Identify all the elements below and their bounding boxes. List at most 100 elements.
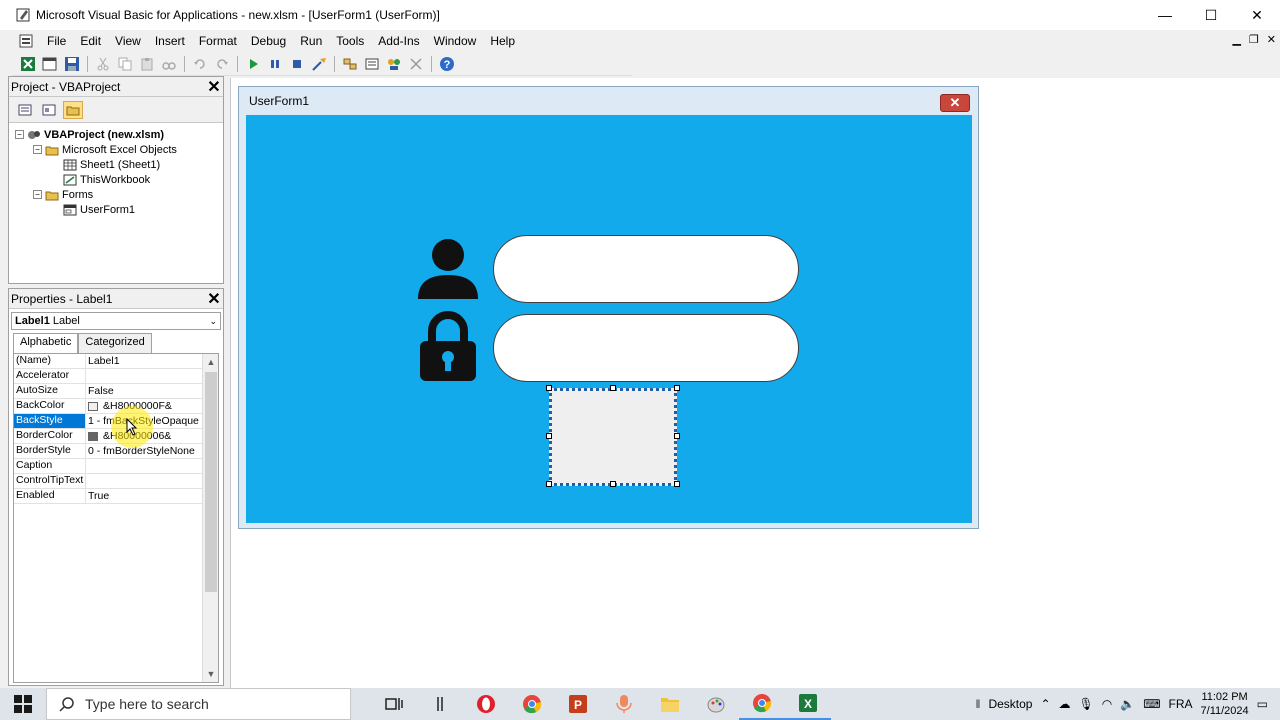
userform-close-button[interactable]: ✕ (940, 94, 970, 112)
find-icon[interactable] (159, 54, 179, 74)
resize-handle[interactable] (546, 481, 552, 487)
property-row[interactable]: (Name) Label1 (14, 354, 218, 369)
notifications-icon[interactable]: ▭ (1257, 697, 1268, 711)
mdi-restore-icon[interactable]: ❐ (1249, 33, 1259, 46)
resize-handle[interactable] (674, 433, 680, 439)
tab-categorized[interactable]: Categorized (78, 333, 152, 353)
tree-item-vbaproject[interactable]: − VBAProject (new.xlsm) (15, 127, 223, 142)
scroll-down-icon[interactable]: ▼ (203, 666, 219, 682)
tab-alphabetic[interactable]: Alphabetic (13, 333, 79, 353)
cut-icon[interactable] (93, 54, 113, 74)
userform-canvas[interactable] (246, 115, 972, 523)
resize-handle[interactable] (610, 481, 616, 487)
scroll-up-icon[interactable]: ▲ (203, 354, 219, 370)
property-value[interactable]: Label1 (86, 354, 218, 368)
redo-icon[interactable] (212, 54, 232, 74)
view-code-icon[interactable] (15, 101, 35, 119)
help-icon[interactable]: ? (437, 54, 457, 74)
property-value[interactable] (86, 474, 218, 488)
desktop-toolbar-label[interactable]: Desktop (988, 697, 1032, 711)
collapse-icon[interactable]: − (15, 130, 24, 139)
menu-file[interactable]: File (40, 34, 73, 48)
file-explorer-app[interactable] (647, 688, 693, 720)
menu-format[interactable]: Format (192, 34, 244, 48)
property-row[interactable]: Accelerator (14, 369, 218, 384)
start-button[interactable] (0, 688, 46, 720)
password-textbox[interactable] (493, 314, 799, 382)
reset-icon[interactable] (287, 54, 307, 74)
opera-app[interactable] (463, 688, 509, 720)
property-value[interactable] (86, 459, 218, 473)
resize-handle[interactable] (546, 385, 552, 391)
menu-debug[interactable]: Debug (244, 34, 293, 48)
property-row[interactable]: BorderStyle 0 - fmBorderStyleNone (14, 444, 218, 459)
chrome-app-2[interactable] (739, 688, 785, 720)
excel-app[interactable]: X (785, 688, 831, 720)
project-explorer-icon[interactable] (340, 54, 360, 74)
copy-icon[interactable] (115, 54, 135, 74)
resize-handle[interactable] (674, 481, 680, 487)
paste-icon[interactable] (137, 54, 157, 74)
property-value[interactable] (86, 369, 218, 383)
speaker-icon[interactable]: 🔈 (1120, 697, 1135, 711)
close-button[interactable]: ✕ (1234, 0, 1280, 30)
voice-recorder-app[interactable] (601, 688, 647, 720)
property-row[interactable]: Enabled True (14, 489, 218, 504)
undo-icon[interactable] (190, 54, 210, 74)
properties-panel-close-icon[interactable]: ✕ (205, 290, 223, 308)
property-row[interactable]: Caption (14, 459, 218, 474)
property-value[interactable]: False (86, 384, 218, 398)
run-icon[interactable] (243, 54, 263, 74)
tree-item-thisworkbook[interactable]: ThisWorkbook (15, 172, 223, 187)
mdi-close-icon[interactable]: ✕ (1267, 33, 1276, 46)
username-textbox[interactable] (493, 235, 799, 303)
property-row[interactable]: ControlTipText (14, 474, 218, 489)
insert-userform-icon[interactable] (40, 54, 60, 74)
break-icon[interactable] (265, 54, 285, 74)
toggle-folders-icon[interactable] (63, 100, 83, 119)
object-browser-icon[interactable] (384, 54, 404, 74)
property-value[interactable]: 0 - fmBorderStyleNone (86, 444, 218, 458)
menu-run[interactable]: Run (293, 34, 329, 48)
microphone-icon[interactable]: 🎙 (1079, 697, 1094, 711)
tree-item-excel-objects[interactable]: − Microsoft Excel Objects (15, 142, 223, 157)
language-indicator[interactable]: FRA (1169, 697, 1193, 711)
toolbox-icon[interactable] (406, 54, 426, 74)
property-row[interactable]: AutoSize False (14, 384, 218, 399)
project-panel-close-icon[interactable]: ✕ (205, 78, 223, 96)
object-selector[interactable]: Label1 Label ⌄ (11, 312, 221, 330)
chrome-app[interactable] (509, 688, 555, 720)
keyboard-icon[interactable]: ⌨ (1143, 697, 1160, 711)
taskbar-search[interactable]: Type here to search (46, 688, 351, 720)
resize-handle[interactable] (610, 385, 616, 391)
scroll-thumb[interactable] (205, 372, 217, 592)
tree-item-userform1[interactable]: UserForm1 (15, 202, 223, 217)
menu-view[interactable]: View (108, 34, 148, 48)
paint-app[interactable] (693, 688, 739, 720)
excel-view-icon[interactable] (18, 54, 38, 74)
cloud-icon[interactable]: ☁ (1059, 697, 1071, 711)
design-mode-icon[interactable] (309, 54, 329, 74)
menu-help[interactable]: Help (483, 34, 522, 48)
chevron-down-icon[interactable]: ⌄ (209, 316, 217, 327)
minimize-button[interactable]: — (1142, 0, 1188, 30)
properties-window-icon[interactable] (362, 54, 382, 74)
collapse-icon[interactable]: − (33, 190, 42, 199)
maximize-button[interactable]: ☐ (1188, 0, 1234, 30)
task-view-button[interactable] (371, 688, 417, 720)
chevron-up-icon[interactable]: ⌃ (1040, 697, 1050, 711)
menu-add-ins[interactable]: Add-Ins (371, 34, 426, 48)
property-value[interactable]: &H8000000F& (86, 399, 218, 413)
label1-control[interactable] (549, 388, 677, 486)
wifi-icon[interactable]: ◠ (1102, 697, 1112, 711)
powerpoint-app[interactable]: P (555, 688, 601, 720)
property-value[interactable]: True (86, 489, 218, 503)
tree-item-sheet1[interactable]: Sheet1 (Sheet1) (15, 157, 223, 172)
view-object-icon[interactable] (39, 101, 59, 119)
property-grid-scrollbar[interactable]: ▲ ▼ (202, 354, 218, 682)
menu-insert[interactable]: Insert (148, 34, 192, 48)
collapse-icon[interactable]: − (33, 145, 42, 154)
mdi-minimize-icon[interactable]: ▁ (1232, 33, 1240, 46)
save-icon[interactable] (62, 54, 82, 74)
tree-item-forms[interactable]: − Forms (15, 187, 223, 202)
